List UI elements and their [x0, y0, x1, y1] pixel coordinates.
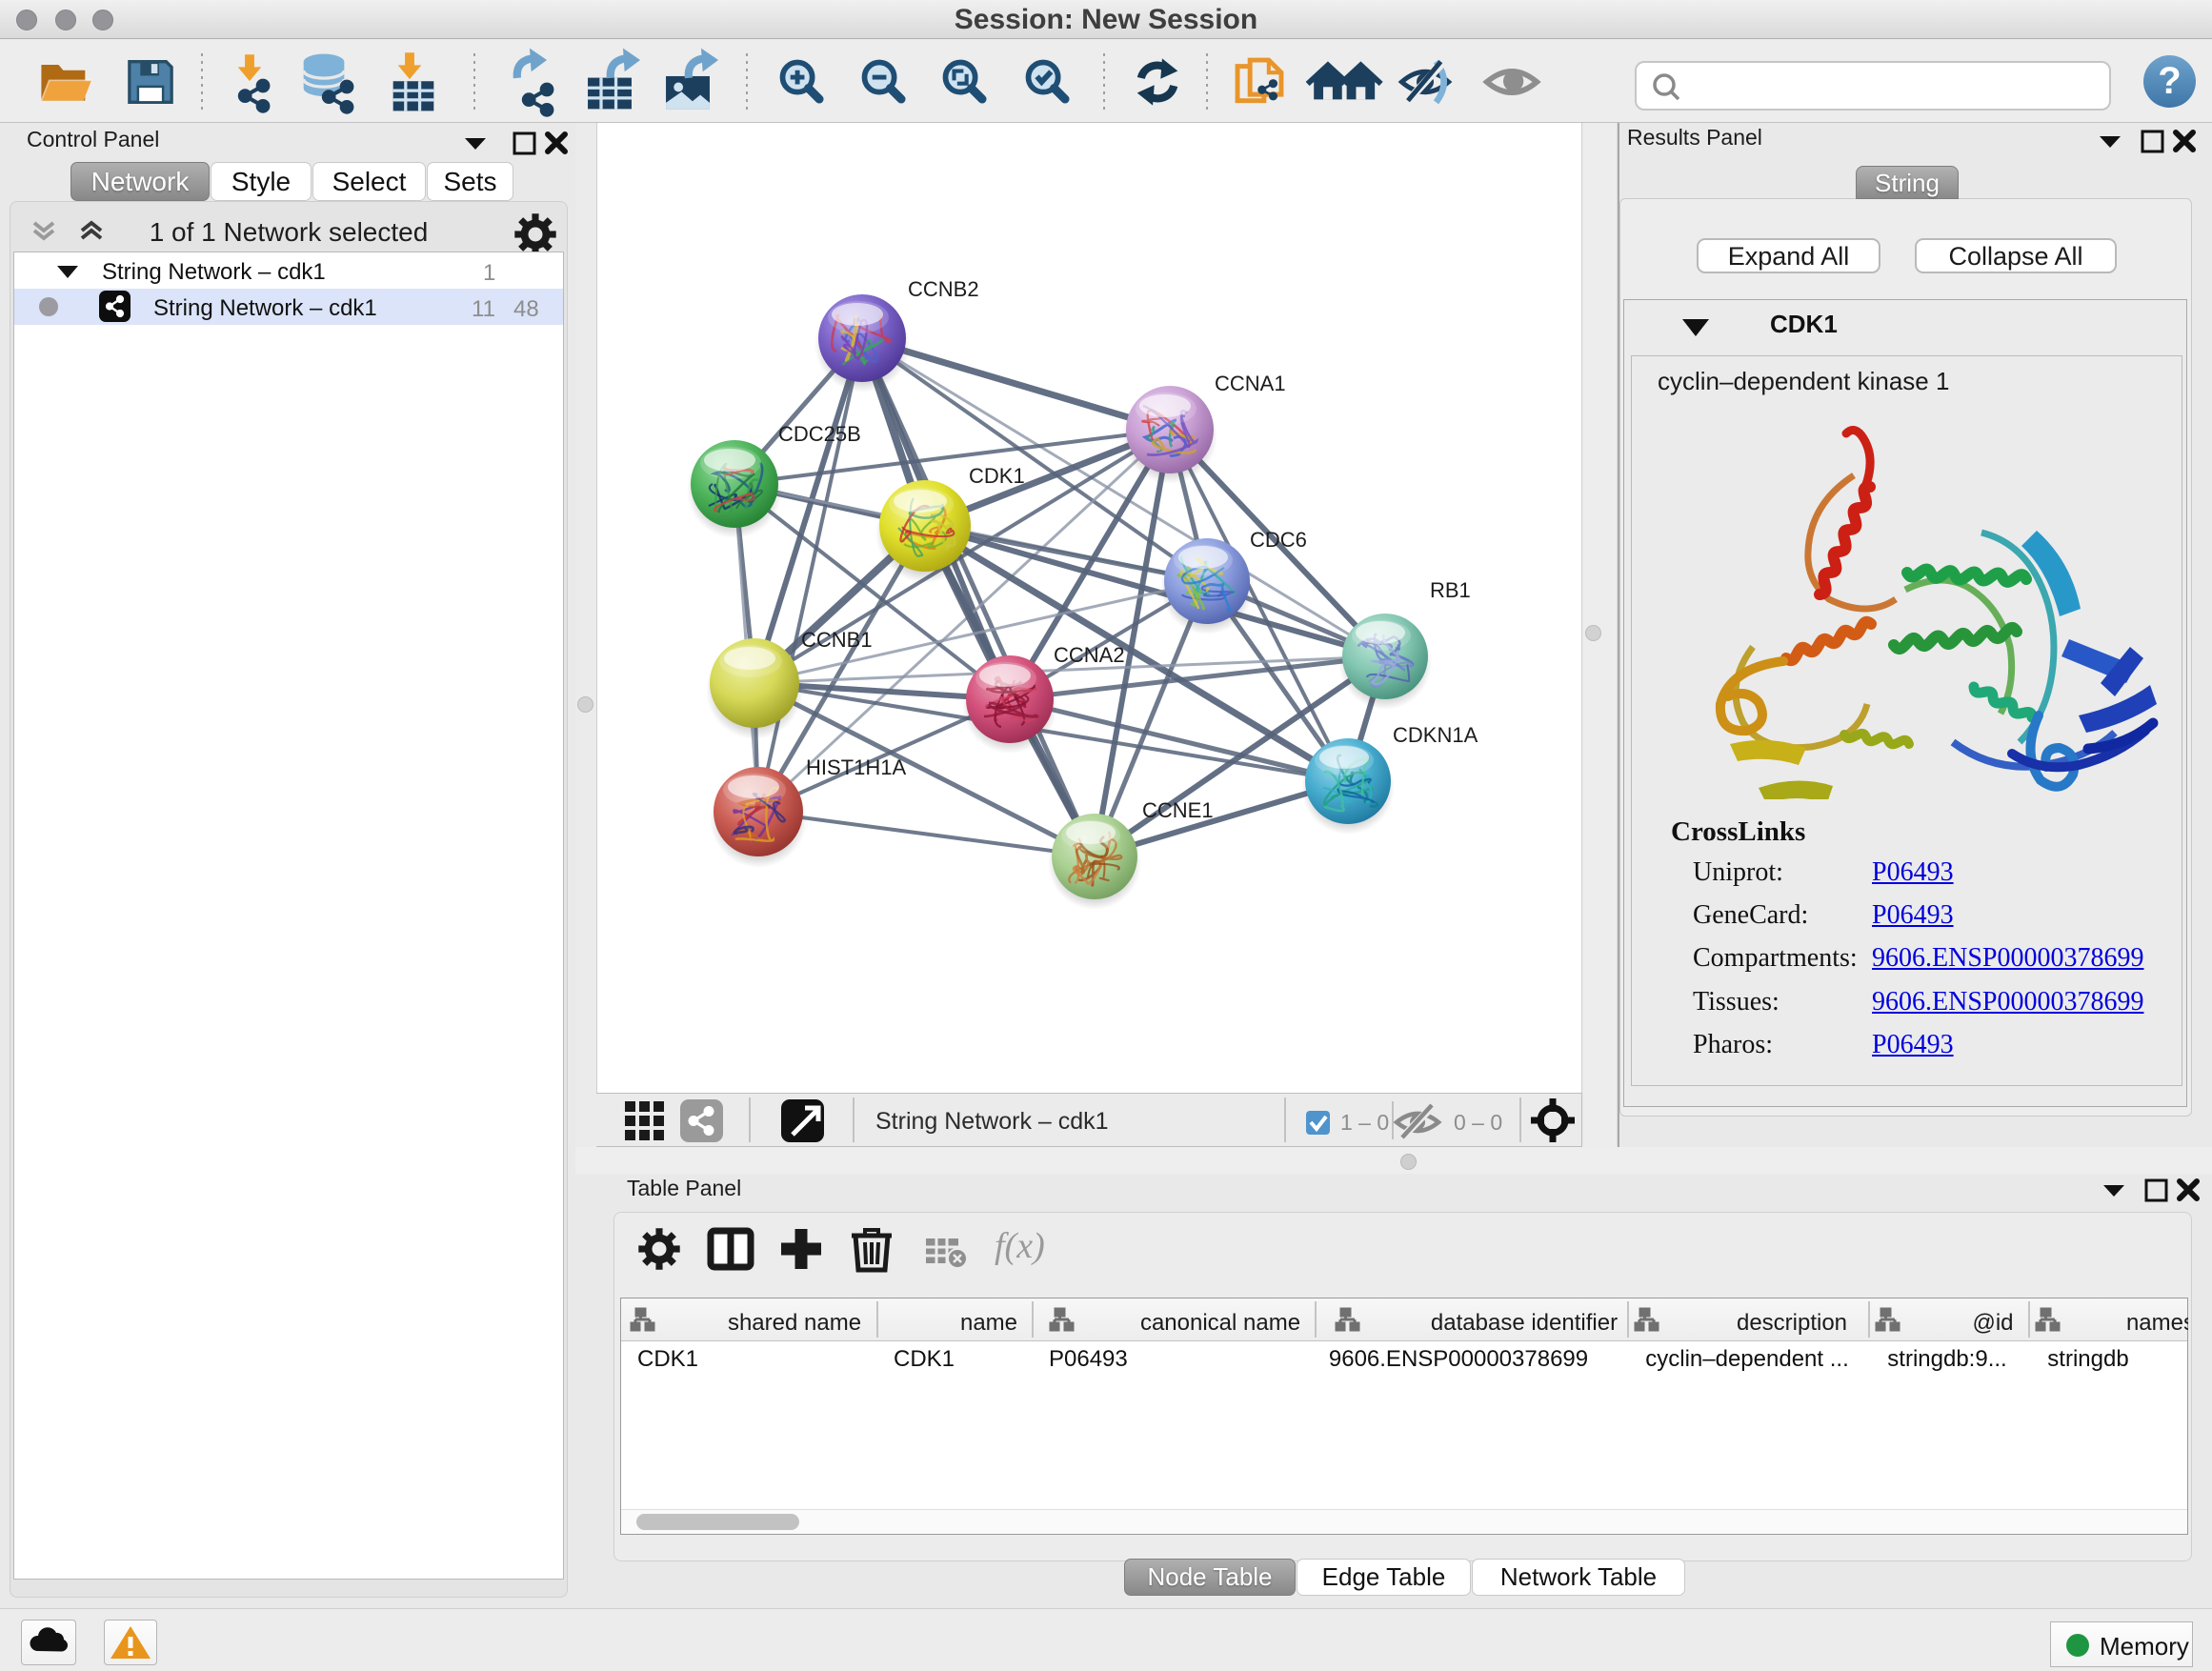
- svg-text:CDK1: CDK1: [969, 464, 1025, 488]
- svg-text:CCNB2: CCNB2: [908, 277, 979, 301]
- svg-text:CCNA1: CCNA1: [1215, 372, 1286, 395]
- svg-text:CDC25B: CDC25B: [778, 422, 861, 446]
- svg-text:stringdb: stringdb: [2047, 1346, 2128, 1372]
- svg-text:@id: @id: [1972, 1310, 2013, 1336]
- svg-text:description: description: [1737, 1310, 1847, 1336]
- svg-text:shared name: shared name: [728, 1310, 861, 1336]
- svg-text:CDC6: CDC6: [1250, 528, 1307, 552]
- svg-text:RB1: RB1: [1430, 578, 1471, 602]
- svg-text:namespace: namespace: [2126, 1310, 2188, 1336]
- svg-text:CDK1: CDK1: [894, 1346, 955, 1372]
- svg-text:CDK1: CDK1: [637, 1346, 698, 1372]
- svg-text:CCNA2: CCNA2: [1054, 643, 1125, 667]
- svg-text:CCNB1: CCNB1: [801, 628, 873, 652]
- svg-text:stringdb:9...: stringdb:9...: [1887, 1346, 2006, 1372]
- svg-text:HIST1H1A: HIST1H1A: [806, 755, 906, 779]
- svg-text:database identifier: database identifier: [1431, 1310, 1618, 1336]
- svg-text:P06493: P06493: [1049, 1346, 1128, 1372]
- svg-text:canonical name: canonical name: [1140, 1310, 1300, 1336]
- svg-text:name: name: [960, 1310, 1017, 1336]
- svg-text:cyclin–dependent ...: cyclin–dependent ...: [1645, 1346, 1848, 1372]
- svg-text:CCNE1: CCNE1: [1142, 798, 1214, 822]
- svg-text:CDKN1A: CDKN1A: [1393, 723, 1478, 747]
- svg-text:9606.ENSP00000378699: 9606.ENSP00000378699: [1329, 1346, 1588, 1372]
